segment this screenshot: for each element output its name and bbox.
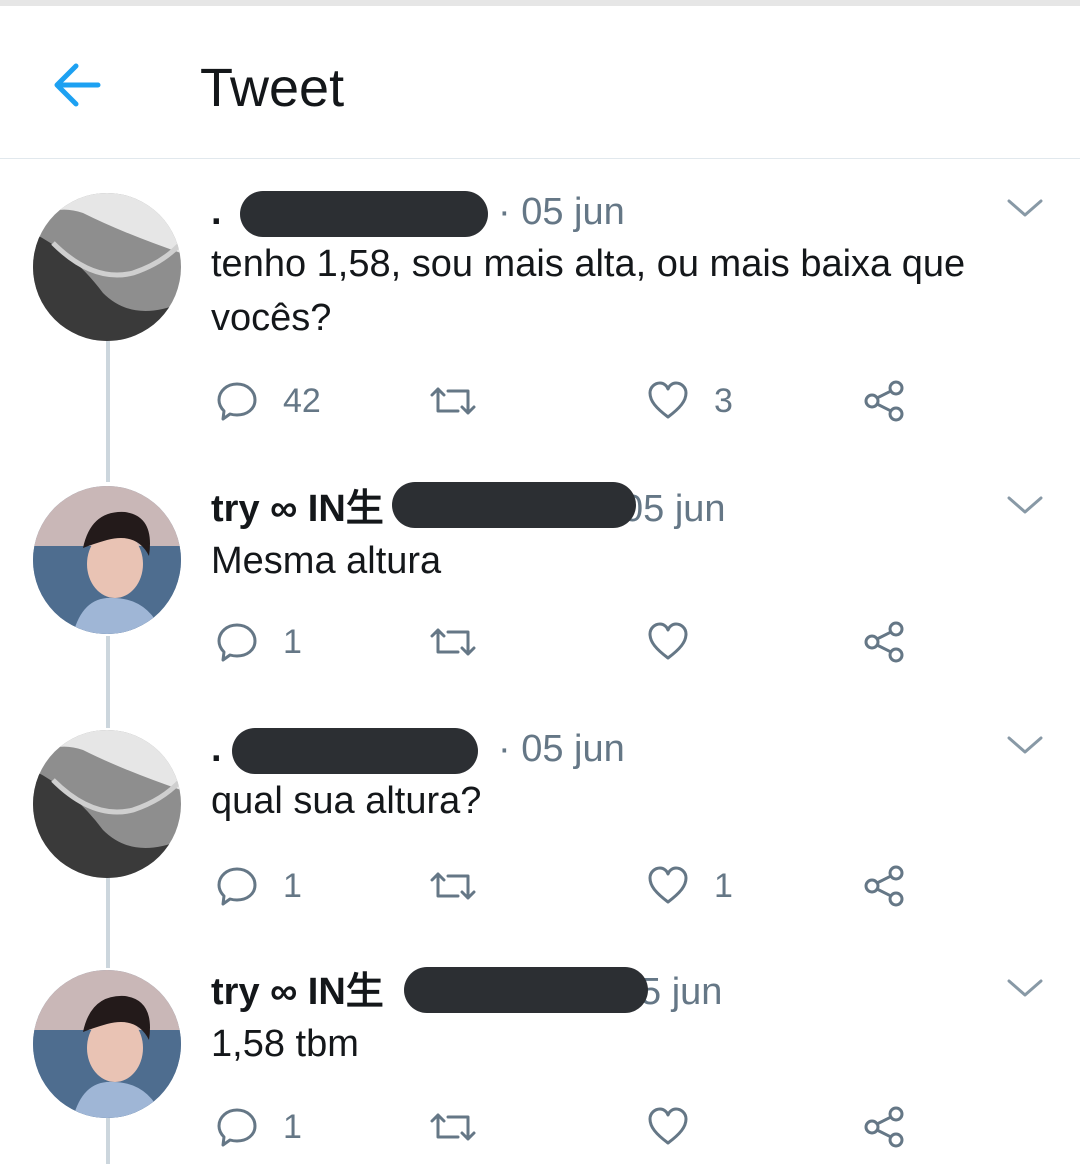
display-name: try ∞ IN生 [211,488,384,530]
like-button[interactable]: 1 [646,862,733,910]
more-options-button[interactable] [1004,730,1046,760]
chevron-down-icon [1007,979,1043,997]
share-button[interactable] [862,862,906,910]
tweet-time-wrap: · 05 jun [498,187,625,237]
share-icon [864,380,904,422]
like-count: 1 [714,866,733,905]
avatar-image [33,970,181,1118]
tweet-time-wrap: 5 jun [640,967,722,1017]
share-icon [864,621,904,663]
reply-icon [217,867,257,906]
tweet-text: qual sua altura? [211,780,482,822]
retweet-button[interactable] [428,1103,502,1151]
display-name: try ∞ IN生 [211,971,384,1013]
retweet-icon [430,1113,476,1141]
heart-icon [648,622,688,660]
redaction [232,728,478,774]
reply-icon [217,1108,257,1147]
share-button[interactable] [862,377,906,425]
thread-line [106,340,110,482]
like-button[interactable]: 3 [646,377,733,425]
tweet-time: 5 jun [640,971,723,1013]
avatar[interactable] [33,970,181,1118]
reply-count: 1 [283,622,302,661]
tweet-time-wrap: · 05 jun [498,724,625,774]
like-button[interactable] [646,1103,714,1151]
avatar[interactable] [33,486,181,634]
heart-icon [648,1107,688,1145]
tweet-header: try ∞ IN生 [211,967,384,1017]
tweet-header: try ∞ IN生 [211,484,384,534]
tweet-header: . [211,187,222,237]
chevron-down-icon [1007,736,1043,754]
avatar-image [33,730,181,878]
share-button[interactable] [862,618,906,666]
avatar-image [33,193,181,341]
retweet-icon [430,387,476,415]
tweet-time: 05 jun [622,488,726,530]
display-name: . [211,728,222,770]
reply-count: 1 [283,1107,302,1146]
share-button[interactable] [862,1103,906,1151]
chevron-down-icon [1007,496,1043,514]
thread-line [106,1116,110,1164]
retweet-button[interactable] [428,862,502,910]
more-options-button[interactable] [1004,490,1046,520]
like-button[interactable] [646,618,714,666]
tweet-text: tenho 1,58, sou mais alta, ou mais baixa… [211,243,966,339]
heart-icon [648,381,688,419]
redaction [404,967,648,1013]
thread-line [106,876,110,968]
tweet-time: · 05 jun [498,191,625,233]
retweet-button[interactable] [428,618,502,666]
redaction [240,191,488,237]
tweet-text: 1,58 tbm [211,1023,359,1065]
share-icon [864,865,904,907]
reply-button[interactable]: 42 [215,377,321,425]
thread-line [106,636,110,728]
reply-icon [217,623,257,662]
tweet-time: · 05 jun [498,728,625,770]
share-icon [864,1106,904,1148]
heart-icon [648,866,688,904]
like-count: 3 [714,381,733,420]
reply-button[interactable]: 1 [215,862,302,910]
retweet-icon [430,628,476,656]
reply-button[interactable]: 1 [215,1103,302,1151]
retweet-button[interactable] [428,377,502,425]
avatar-image [33,486,181,634]
tweet-header: . [211,724,222,774]
top-bar: Tweet [0,6,1080,159]
arrow-left-icon [54,63,101,107]
avatar[interactable] [33,730,181,878]
reply-button[interactable]: 1 [215,618,302,666]
tweet-time-wrap: 05 jun [622,484,726,534]
avatar[interactable] [33,193,181,341]
page-title: Tweet [200,58,345,118]
reply-count: 42 [283,381,321,420]
back-button[interactable] [46,54,108,116]
reply-icon [217,382,257,421]
tweet-text: Mesma altura [211,540,442,582]
retweet-icon [430,872,476,900]
display-name: . [211,191,222,233]
more-options-button[interactable] [1004,973,1046,1003]
reply-count: 1 [283,866,302,905]
redaction [392,482,636,528]
chevron-down-icon [1007,199,1043,217]
more-options-button[interactable] [1004,193,1046,223]
